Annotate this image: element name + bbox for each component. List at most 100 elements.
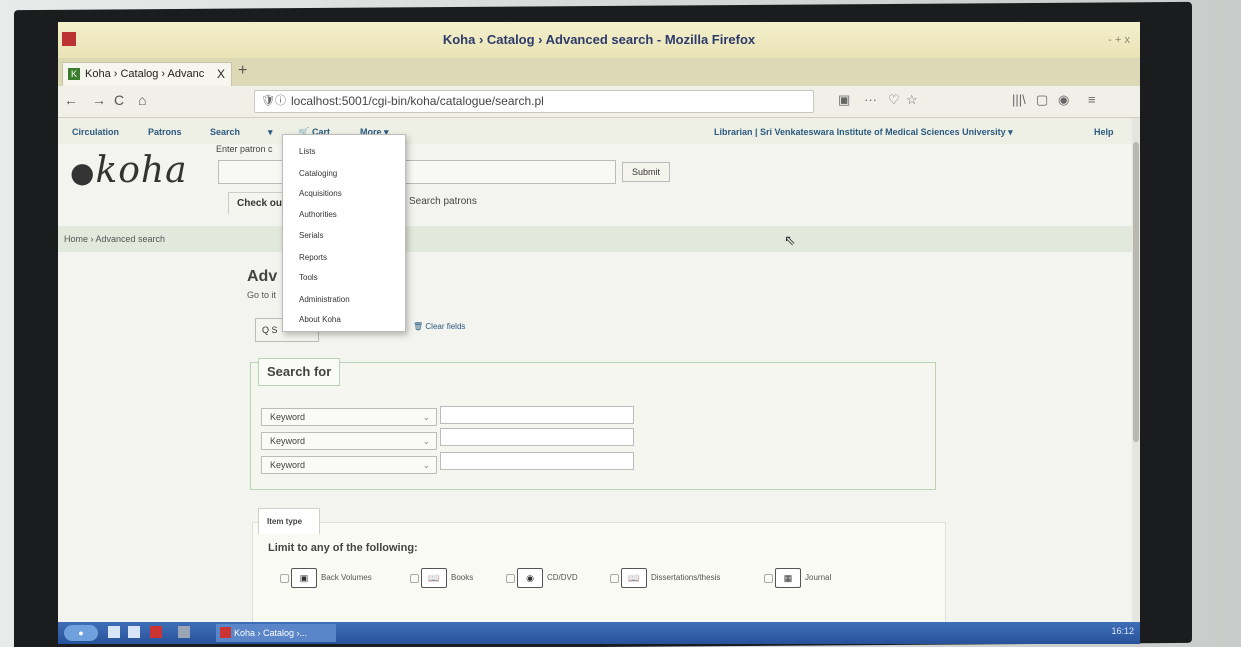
search-index-value: Keyword	[270, 436, 306, 446]
nav-patrons[interactable]: Patrons	[148, 127, 182, 137]
item-type-label: Books	[451, 573, 474, 583]
nav-search-caret[interactable]: ▾	[268, 127, 273, 138]
app-launcher-icon[interactable]	[150, 626, 162, 638]
window-titlebar: Koha › Catalog › Advanced search - Mozil…	[58, 22, 1140, 58]
nav-help[interactable]: Help	[1094, 127, 1114, 137]
item-type-option[interactable]: 📖 Books	[410, 568, 473, 588]
patron-input[interactable]	[218, 160, 616, 184]
checkbox[interactable]	[506, 573, 515, 583]
screen: Koha › Catalog › Advanced search - Mozil…	[58, 22, 1140, 634]
library-icon[interactable]: |||\	[1012, 92, 1026, 107]
checkbox[interactable]	[410, 573, 419, 583]
breadcrumb[interactable]: Home › Advanced search	[58, 226, 1140, 252]
submit-button[interactable]: Submit	[622, 162, 670, 182]
search-term-input-1[interactable]	[440, 406, 634, 424]
search-index-value: Keyword	[270, 412, 306, 422]
url-text: localhost:5001/cgi-bin/koha/catalogue/se…	[291, 94, 544, 108]
tab-check-out[interactable]: Check ou	[228, 192, 288, 214]
menu-item-authorities[interactable]: Authorities	[299, 210, 337, 219]
url-bar[interactable]: 🛡 ⓘ localhost:5001/cgi-bin/koha/catalogu…	[254, 90, 814, 113]
koha-logo-drop-icon: ●	[70, 156, 96, 189]
os-taskbar: ● Koha › Catalog ›... 16:12	[58, 622, 1140, 644]
account-icon[interactable]: ◉	[1058, 92, 1069, 108]
item-type-label: Dissertations/thesis	[651, 573, 721, 583]
item-type-label: Back Volumes	[321, 573, 372, 583]
window-icon	[62, 32, 76, 46]
clock: 16:12	[1111, 626, 1134, 636]
nav-search[interactable]: Search	[210, 127, 240, 137]
reader-view-icon[interactable]: ▣	[838, 92, 850, 108]
book-icon: 📖	[421, 568, 447, 588]
search-index-select-3[interactable]: Keyword ⌄	[261, 456, 437, 474]
search-term-input-2[interactable]	[440, 428, 634, 446]
checkbox[interactable]	[764, 573, 773, 583]
tab-close-icon[interactable]: X	[217, 63, 225, 85]
window-controls[interactable]: - + x	[1108, 22, 1130, 58]
info-icon[interactable]: ⓘ	[275, 91, 286, 112]
item-type-option[interactable]: ▣ Back Volumes	[280, 568, 372, 588]
checkbox[interactable]	[610, 573, 619, 583]
nav-circulation[interactable]: Circulation	[72, 127, 119, 137]
page-title: Adv	[247, 268, 278, 285]
new-tab-button[interactable]: +	[238, 62, 247, 80]
item-type-label: Journal	[805, 573, 832, 583]
file-manager-icon[interactable]	[108, 626, 120, 638]
koha-logo[interactable]: ●koha	[70, 150, 188, 191]
thesis-icon: 📖	[621, 568, 647, 588]
menu-item-cataloging[interactable]: Cataloging	[299, 169, 337, 178]
chevron-down-icon: ⌄	[422, 460, 430, 470]
search-index-select-1[interactable]: Keyword ⌄	[261, 408, 437, 426]
clear-fields-label: Clear fields	[425, 322, 466, 331]
clear-fields-link[interactable]: 🗑 Clear fields	[413, 322, 465, 331]
koha-top-nav: Circulation Patrons Search ▾ 🛒 Cart More…	[58, 118, 1140, 144]
taskbar-firefox-window[interactable]: Koha › Catalog ›...	[216, 624, 336, 642]
menu-item-serials[interactable]: Serials	[299, 231, 323, 240]
home-button[interactable]: ⌂	[138, 92, 146, 108]
workspace-icon[interactable]	[178, 626, 190, 638]
go-to-link[interactable]: Go to it	[247, 290, 276, 300]
chevron-down-icon: ⌄	[422, 436, 430, 446]
menu-item-reports[interactable]: Reports	[299, 253, 327, 262]
pocket-icon[interactable]: ♡	[888, 92, 900, 108]
back-button[interactable]: ←	[64, 92, 78, 108]
item-type-option[interactable]: 📖 Dissertations/thesis	[610, 568, 720, 588]
item-type-option[interactable]: ▦ Journal	[764, 568, 831, 588]
menu-item-acquisitions[interactable]: Acquisitions	[299, 189, 342, 198]
checkbox[interactable]	[280, 573, 289, 583]
search-term-input-3[interactable]	[440, 452, 634, 470]
search-for-legend: Search for	[258, 358, 340, 386]
journal-icon: ▦	[775, 568, 801, 588]
start-button[interactable]: ●	[64, 625, 98, 641]
koha-logo-text: koha	[95, 150, 188, 191]
menu-item-lists[interactable]: Lists	[299, 147, 315, 156]
bookmark-star-icon[interactable]: ☆	[906, 92, 918, 108]
item-type-label: CD/DVD	[547, 573, 578, 583]
tab-search-patrons[interactable]: Search patrons	[409, 196, 477, 207]
tab-item-type[interactable]: Item type	[258, 508, 320, 534]
search-index-select-2[interactable]: Keyword ⌄	[261, 432, 437, 450]
menu-item-about-koha[interactable]: About Koha	[299, 315, 341, 324]
page-actions-icon[interactable]: ···	[864, 92, 877, 107]
scrollbar-thumb[interactable]	[1133, 142, 1139, 442]
window-title: Koha › Catalog › Advanced search - Mozil…	[442, 32, 756, 47]
search-index-value: Keyword	[270, 460, 306, 470]
menu-icon[interactable]: ≡	[1088, 92, 1096, 107]
menu-item-administration[interactable]: Administration	[299, 295, 350, 304]
reload-button[interactable]: C	[114, 92, 124, 108]
forward-button[interactable]: →	[92, 92, 106, 108]
sidebar-icon[interactable]: ▢	[1036, 92, 1048, 108]
chevron-down-icon: ⌄	[422, 412, 430, 422]
tab-label: Koha › Catalog › Advanc	[85, 68, 205, 80]
mouse-cursor-icon: ⇖	[784, 232, 796, 248]
browser-tab[interactable]: K Koha › Catalog › Advanc X	[62, 62, 232, 86]
item-type-option[interactable]: ◉ CD/DVD	[506, 568, 578, 588]
koha-favicon-icon	[220, 627, 231, 638]
desktop-icon[interactable]	[128, 626, 140, 638]
nav-bar: ← → C ⌂ 🛡 ⓘ localhost:5001/cgi-bin/koha/…	[58, 86, 1140, 118]
nav-logged-in-user[interactable]: Librarian | Sri Venkateswara Institute o…	[714, 127, 1013, 138]
cd-icon: ◉	[517, 568, 543, 588]
limit-label: Limit to any of the following:	[268, 542, 418, 554]
menu-item-tools[interactable]: Tools	[299, 273, 318, 282]
more-dropdown-menu: Lists Cataloging Acquisitions Authoritie…	[282, 134, 406, 332]
back-volumes-icon: ▣	[291, 568, 317, 588]
